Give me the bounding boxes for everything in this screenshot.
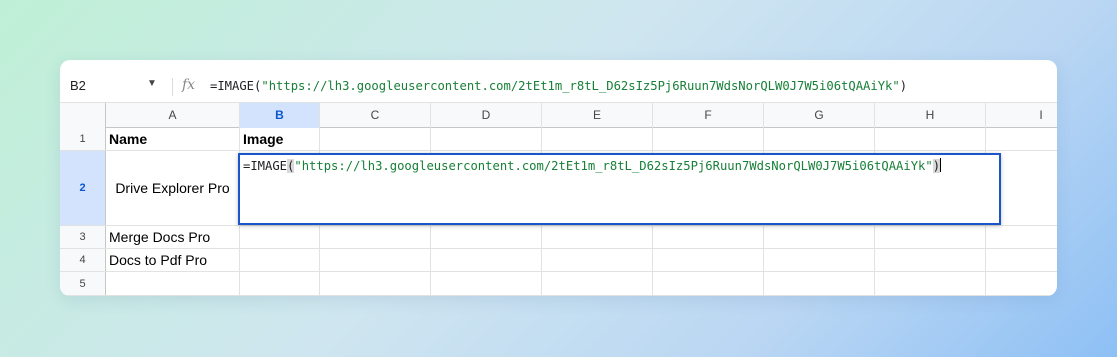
table-row: 5 bbox=[60, 272, 1057, 296]
sheet-grid: A B C D E F G H I 1 Name Image 2 Drive E… bbox=[60, 102, 1057, 296]
cell-h4[interactable] bbox=[875, 249, 986, 271]
table-row: 3 Merge Docs Pro bbox=[60, 226, 1057, 249]
column-headers: A B C D E F G H I bbox=[60, 102, 1057, 128]
row-header-1[interactable]: 1 bbox=[60, 128, 106, 150]
cell-editor-text[interactable]: =IMAGE("https://lh3.googleusercontent.co… bbox=[243, 158, 942, 173]
editor-string: "https://lh3.googleusercontent.com/2tEt1… bbox=[294, 159, 933, 173]
column-header-e[interactable]: E bbox=[542, 103, 653, 128]
cell-a4[interactable]: Docs to Pdf Pro bbox=[106, 249, 240, 271]
formula-close: ) bbox=[899, 79, 908, 93]
column-header-h[interactable]: H bbox=[875, 103, 986, 128]
cell-a2[interactable]: Drive Explorer Pro bbox=[106, 151, 240, 225]
editor-close-paren: ) bbox=[932, 159, 941, 173]
column-header-i[interactable]: I bbox=[986, 103, 1057, 128]
cell-b5[interactable] bbox=[240, 272, 320, 295]
cell-e4[interactable] bbox=[542, 249, 653, 271]
cell-f5[interactable] bbox=[653, 272, 764, 295]
formula-input[interactable]: =IMAGE("https://lh3.googleusercontent.co… bbox=[210, 79, 907, 93]
cell-h1[interactable] bbox=[875, 128, 986, 150]
fx-icon: fx bbox=[182, 77, 196, 93]
cell-g5[interactable] bbox=[764, 272, 875, 295]
row-header-4[interactable]: 4 bbox=[60, 249, 106, 271]
cell-a3[interactable]: Merge Docs Pro bbox=[106, 226, 240, 248]
formula-string: "https://lh3.googleusercontent.com/2tEt1… bbox=[261, 79, 900, 93]
column-header-g[interactable]: G bbox=[764, 103, 875, 128]
column-header-c[interactable]: C bbox=[320, 103, 431, 128]
cell-c5[interactable] bbox=[320, 272, 431, 295]
cell-d3[interactable] bbox=[431, 226, 542, 248]
cell-d5[interactable] bbox=[431, 272, 542, 295]
cell-h5[interactable] bbox=[875, 272, 986, 295]
row-header-3[interactable]: 3 bbox=[60, 226, 106, 248]
formula-function: =IMAGE( bbox=[210, 79, 262, 93]
cell-f1[interactable] bbox=[653, 128, 764, 150]
cell-d4[interactable] bbox=[431, 249, 542, 271]
column-header-d[interactable]: D bbox=[431, 103, 542, 128]
cell-b4[interactable] bbox=[240, 249, 320, 271]
name-box-dropdown-icon[interactable]: ▼ bbox=[147, 78, 157, 89]
select-all-corner[interactable] bbox=[60, 103, 106, 128]
cell-g1[interactable] bbox=[764, 128, 875, 150]
cell-c1[interactable] bbox=[320, 128, 431, 150]
row-header-2[interactable]: 2 bbox=[60, 151, 106, 225]
cell-g3[interactable] bbox=[764, 226, 875, 248]
spreadsheet-card: B2 ▼ fx =IMAGE("https://lh3.googleuserco… bbox=[60, 60, 1057, 296]
cell-b3[interactable] bbox=[240, 226, 320, 248]
cell-editor-b2[interactable]: =IMAGE("https://lh3.googleusercontent.co… bbox=[238, 153, 1001, 225]
cell-f3[interactable] bbox=[653, 226, 764, 248]
cell-a1[interactable]: Name bbox=[106, 128, 240, 150]
formula-bar-divider bbox=[172, 78, 173, 96]
cell-h3[interactable] bbox=[875, 226, 986, 248]
cell-e5[interactable] bbox=[542, 272, 653, 295]
editor-function: =IMAGE bbox=[243, 159, 288, 173]
cell-e3[interactable] bbox=[542, 226, 653, 248]
row-header-5[interactable]: 5 bbox=[60, 272, 106, 295]
cell-a5[interactable] bbox=[106, 272, 240, 295]
column-header-a[interactable]: A bbox=[106, 103, 240, 128]
table-row: 4 Docs to Pdf Pro bbox=[60, 249, 1057, 272]
column-header-b[interactable]: B bbox=[240, 103, 320, 128]
formula-bar: B2 ▼ fx =IMAGE("https://lh3.googleuserco… bbox=[60, 70, 1057, 102]
cell-c3[interactable] bbox=[320, 226, 431, 248]
cell-g4[interactable] bbox=[764, 249, 875, 271]
cell-e1[interactable] bbox=[542, 128, 653, 150]
column-header-f[interactable]: F bbox=[653, 103, 764, 128]
cell-b1[interactable]: Image bbox=[240, 128, 320, 150]
table-row: 1 Name Image bbox=[60, 128, 1057, 151]
cell-f4[interactable] bbox=[653, 249, 764, 271]
name-box[interactable]: B2 bbox=[70, 78, 86, 93]
text-cursor bbox=[940, 158, 942, 172]
cell-d1[interactable] bbox=[431, 128, 542, 150]
cell-c4[interactable] bbox=[320, 249, 431, 271]
